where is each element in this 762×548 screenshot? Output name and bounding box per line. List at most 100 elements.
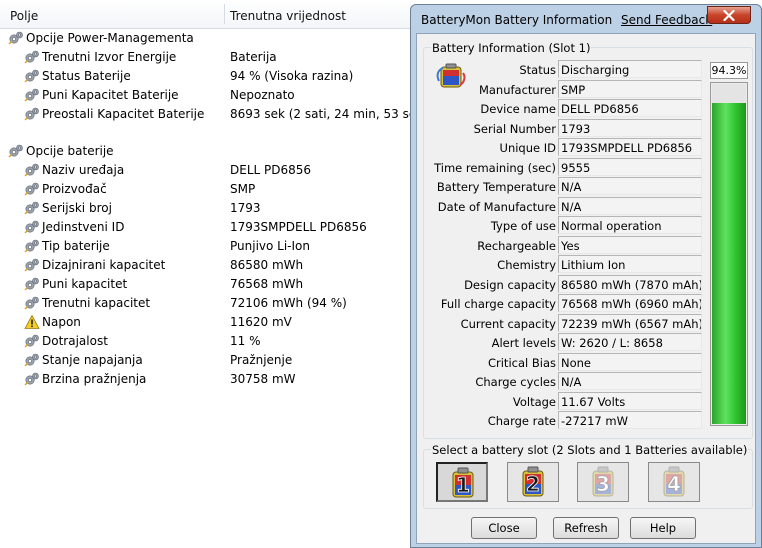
battery-slot-icon: 2 xyxy=(522,466,544,497)
battery-info-group-title: Battery Information (Slot 1) xyxy=(431,41,592,55)
property-label: Naziv uređaja xyxy=(42,163,125,177)
property-label: Puni Kapacitet Baterije xyxy=(42,88,179,102)
property-value: 76568 mWh xyxy=(230,277,304,291)
battery-info-row: Full charge capacity 76568 mWh (6960 mAh) xyxy=(424,294,714,313)
battery-level-fill xyxy=(712,103,746,424)
battery-info-value: Lithium Ion xyxy=(558,255,702,273)
window-close-button[interactable] xyxy=(707,6,751,24)
battery-slot-number: 1 xyxy=(456,473,470,497)
battery-slot-2-button[interactable]: 2 xyxy=(507,462,559,502)
battery-info-label: Date of Manufacture xyxy=(437,199,556,214)
battery-info-value: N/A xyxy=(558,177,702,195)
column-divider[interactable] xyxy=(224,4,225,24)
battery-info-row: Status Discharging xyxy=(424,60,714,79)
battery-slot-group: Select a battery slot (2 Slots and 1 Bat… xyxy=(423,443,753,509)
battery-info-label: Status xyxy=(519,63,556,77)
battery-info-label: Type of use xyxy=(490,219,556,233)
property-value: 1793 xyxy=(230,201,261,215)
battery-info-value: N/A xyxy=(558,196,702,215)
battery-slot-1-button[interactable]: 1 xyxy=(436,462,488,502)
gear-icon xyxy=(24,238,40,254)
property-value: DELL PD6856 xyxy=(230,163,312,177)
property-value: 11620 mV xyxy=(230,315,292,329)
property-label: Puni kapacitet xyxy=(42,277,128,291)
property-row[interactable]: Tip baterije Punjivo Li-Ion xyxy=(0,237,420,256)
property-value: 30758 mW xyxy=(230,372,296,386)
battery-info-row: Design capacity 86580 mWh (7870 mAh) xyxy=(424,274,714,294)
battery-info-label: Time remaining (sec) xyxy=(434,160,556,175)
battery-slot-icon: 4 xyxy=(663,466,685,497)
battery-info-label: Full charge capacity xyxy=(440,297,556,311)
property-value: 11 % xyxy=(230,334,261,348)
property-label: Tip baterije xyxy=(42,239,110,253)
battery-info-label: Manufacturer xyxy=(478,82,556,97)
battery-info-value: Discharging xyxy=(558,60,702,78)
battery-info-value: 86580 mWh (7870 mAh) xyxy=(558,274,702,293)
property-row[interactable]: Preostali Kapacitet Baterije 8693 sek (2 … xyxy=(0,105,428,124)
battery-slot-icon: 3 xyxy=(592,466,614,497)
battery-info-row: Critical Bias None xyxy=(424,352,714,372)
group-header[interactable]: Opcije baterije xyxy=(0,142,420,161)
refresh-button[interactable]: Refresh xyxy=(553,517,619,539)
close-button[interactable]: Close xyxy=(471,517,537,539)
battery-info-row: Time remaining (sec) 9555 xyxy=(424,157,714,177)
battery-info-value: 11.67 Volts xyxy=(558,391,702,410)
property-row[interactable]: Jedinstveni ID 1793SMPDELL PD6856 xyxy=(0,218,420,237)
battery-info-label: Rechargeable xyxy=(477,238,556,253)
property-row[interactable]: Dotrajalost 11 % xyxy=(0,332,420,351)
level-percent-readout: 94.3% xyxy=(710,62,748,79)
column-header-value[interactable]: Trenutna vrijednost xyxy=(230,9,346,23)
send-feedback-link[interactable]: Send Feedback xyxy=(621,13,712,27)
batterymon-window: BatteryMon Battery Information Send Feed… xyxy=(410,4,762,548)
battery-slot-4-button[interactable]: 4 xyxy=(648,462,700,502)
battery-level-gauge xyxy=(710,82,748,426)
battery-info-label: Battery Temperature xyxy=(436,180,556,194)
battery-info-row: Chemistry Lithium Ion xyxy=(424,255,714,274)
gear-icon xyxy=(24,181,40,197)
battery-info-label: Critical Bias xyxy=(487,355,556,370)
gear-icon xyxy=(24,219,40,235)
property-label: Dizajnirani kapacitet xyxy=(42,258,166,272)
property-row[interactable]: Trenutni Izvor Energije Baterija xyxy=(0,48,420,67)
battery-info-value: None xyxy=(558,352,702,371)
battery-info-row: Type of use Normal operation xyxy=(424,216,714,235)
property-label: Trenutni kapacitet xyxy=(42,296,151,310)
property-row[interactable]: Stanje napajanja Pražnjenje xyxy=(0,351,420,370)
batterymon-client-area: Battery Information (Slot 1) Status Disch… xyxy=(416,33,756,544)
property-row[interactable]: Trenutni kapacitet 72106 mWh (94 %) xyxy=(0,294,420,313)
close-icon xyxy=(723,10,735,21)
battery-info-value: SMP xyxy=(558,79,702,98)
battery-info-label: Device name xyxy=(480,102,556,116)
property-value: Punjivo Li-Ion xyxy=(230,239,310,253)
battery-info-value: -27217 mW xyxy=(558,411,702,429)
gear-icon xyxy=(24,333,40,349)
property-row[interactable]: Brzina pražnjenja 30758 mW xyxy=(0,370,420,389)
battery-slot-group-title: Select a battery slot (2 Slots and 1 Bat… xyxy=(431,443,749,457)
property-label: Jedinstveni ID xyxy=(42,220,125,234)
property-row[interactable]: Status Baterije 94 % (Visoka razina) xyxy=(0,67,420,86)
battery-slot-3-button[interactable]: 3 xyxy=(577,462,629,502)
gear-icon xyxy=(24,162,40,178)
battery-info-row: Alert levels W: 2620 / L: 8658 xyxy=(424,333,714,352)
gear-icon xyxy=(24,295,40,311)
battery-info-row: Voltage 11.67 Volts xyxy=(424,391,714,411)
property-value: 94 % (Visoka razina) xyxy=(230,69,354,83)
gear-icon xyxy=(24,106,40,122)
battery-info-label: Alert levels xyxy=(491,336,556,350)
property-row[interactable]: Napon 11620 mV xyxy=(0,313,420,332)
battery-info-label: Current capacity xyxy=(460,316,556,331)
property-row[interactable]: Naziv uređaja DELL PD6856 xyxy=(0,161,420,180)
property-row[interactable]: Puni kapacitet 76568 mWh xyxy=(0,275,420,294)
property-row[interactable]: Dizajnirani kapacitet 86580 mWh xyxy=(0,256,420,275)
column-header-field[interactable]: Polje xyxy=(10,9,38,23)
gear-icon xyxy=(24,87,40,103)
property-row[interactable]: Proizvođač SMP xyxy=(0,180,420,199)
gear-icon xyxy=(24,371,40,387)
help-button[interactable]: Help xyxy=(630,517,696,539)
group-header[interactable]: Opcije Power-Managementa xyxy=(0,29,420,48)
property-row[interactable]: Puni Kapacitet Baterije Nepoznato xyxy=(0,86,420,105)
property-label: Proizvođač xyxy=(42,182,107,196)
battery-info-value: Yes xyxy=(558,235,702,254)
battery-info-row: Current capacity 72239 mWh (6567 mAh) xyxy=(424,313,714,333)
property-row[interactable]: Serijski broj 1793 xyxy=(0,199,420,218)
